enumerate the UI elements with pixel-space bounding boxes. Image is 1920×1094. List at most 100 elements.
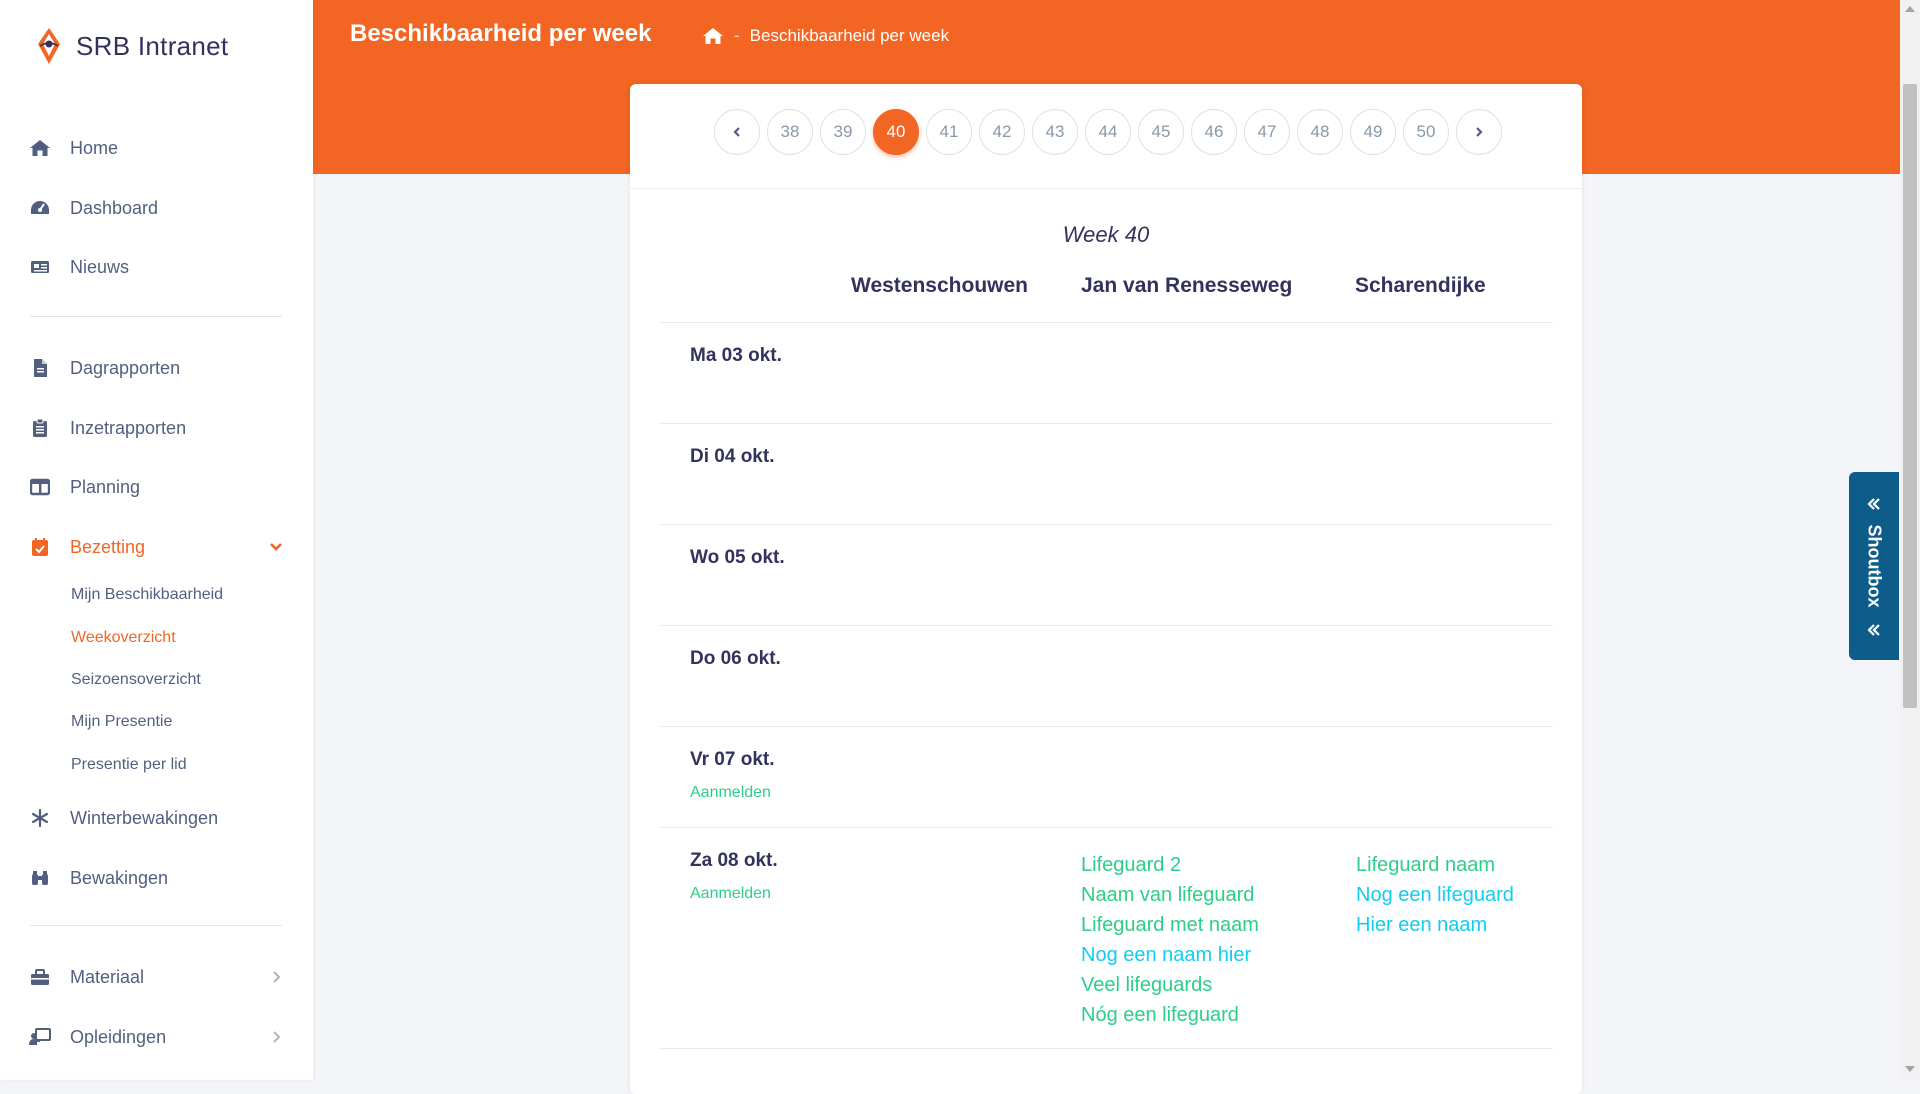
snowflake-icon <box>28 806 52 830</box>
scroll-thumb[interactable] <box>1903 84 1917 708</box>
week-pagination: 38 39 40 41 42 43 44 45 46 47 48 49 50 <box>714 109 1502 155</box>
week-page-button-active[interactable]: 40 <box>873 109 919 155</box>
sidebar-item-inzetrapporten[interactable]: Inzetrapporten <box>0 408 313 448</box>
lifeguard-name[interactable]: Nog een lifeguard <box>1356 880 1514 910</box>
sidebar-item-label: Nieuws <box>70 256 130 277</box>
sidebar-item-label: Inzetrapporten <box>70 417 187 438</box>
breadcrumb-current: Beschikbaarheid per week <box>749 26 950 45</box>
sidebar-subitem-presentie-per-lid[interactable]: Presentie per lid <box>71 756 187 774</box>
sidebar-item-label: Winterbewakingen <box>70 807 219 828</box>
sidebar-item-nieuws[interactable]: Nieuws <box>0 247 313 287</box>
week-page-button[interactable]: 49 <box>1350 109 1396 155</box>
lifeguard-name[interactable]: Lifeguard 2 <box>1081 850 1259 880</box>
sidebar-item-opleidingen[interactable]: Opleidingen <box>0 1017 313 1057</box>
brand[interactable]: SRB Intranet <box>34 26 228 66</box>
day-label: Do 06 okt. <box>690 648 781 669</box>
calendar-check-icon <box>28 535 52 559</box>
breadcrumb-separator: - <box>734 26 740 45</box>
aanmelden-link[interactable]: Aanmelden <box>690 784 771 802</box>
day-row-partial <box>659 1048 1553 1094</box>
day-label: Wo 05 okt. <box>690 547 785 568</box>
week-page-button[interactable]: 45 <box>1138 109 1184 155</box>
week-page-button[interactable]: 43 <box>1032 109 1078 155</box>
sidebar-item-label: Home <box>70 137 119 158</box>
day-label: Ma 03 okt. <box>690 345 782 366</box>
shoutbox-label: Shoutbox <box>1864 524 1885 608</box>
scroll-down-arrow[interactable] <box>1905 1066 1915 1072</box>
double-chevron-left-icon <box>1867 624 1880 636</box>
day-row: Ma 03 okt. <box>659 322 1553 423</box>
week-page-button[interactable]: 38 <box>767 109 813 155</box>
page-title: Beschikbaarheid per week <box>350 20 652 47</box>
sidebar-item-label: Bewakingen <box>70 867 169 888</box>
week-page-button[interactable]: 42 <box>979 109 1025 155</box>
sidebar-divider <box>30 316 282 317</box>
lifeguard-list-jan-van-renesseweg: Lifeguard 2 Naam van lifeguard Lifeguard… <box>1081 850 1259 1030</box>
day-row: Vr 07 okt. Aanmelden <box>659 726 1553 827</box>
sidebar-subitem-seizoensoverzicht[interactable]: Seizoensoverzicht <box>71 671 201 689</box>
day-row: Wo 05 okt. <box>659 524 1553 625</box>
next-week-button[interactable] <box>1456 109 1502 155</box>
sidebar-item-bezetting[interactable]: Bezetting <box>0 527 313 567</box>
prev-week-button[interactable] <box>714 109 760 155</box>
aanmelden-link[interactable]: Aanmelden <box>690 885 771 903</box>
sidebar-divider <box>30 925 282 926</box>
column-header-westenschouwen: Westenschouwen <box>851 274 1028 297</box>
day-row: Do 06 okt. <box>659 625 1553 726</box>
sidebar-item-dashboard[interactable]: Dashboard <box>0 188 313 228</box>
scroll-up-arrow[interactable] <box>1905 6 1915 12</box>
chevron-left-icon <box>733 127 740 137</box>
day-label: Za 08 okt. <box>690 850 778 871</box>
lifeguard-list-scharendijke: Lifeguard naam Nog een lifeguard Hier ee… <box>1356 850 1514 940</box>
binoculars-icon <box>28 866 52 890</box>
app-name: SRB Intranet <box>76 30 229 61</box>
sidebar-subitem-mijn-presentie[interactable]: Mijn Presentie <box>71 713 172 731</box>
sidebar-item-label: Dashboard <box>70 197 159 218</box>
sidebar-item-label: Materiaal <box>70 966 145 987</box>
sidebar-item-dagrapporten[interactable]: Dagrapporten <box>0 348 313 388</box>
week-page-button[interactable]: 41 <box>926 109 972 155</box>
sidebar-item-label: Planning <box>70 476 141 497</box>
lifeguard-name[interactable]: Lifeguard met naam <box>1081 910 1259 940</box>
week-page-button[interactable]: 39 <box>820 109 866 155</box>
day-label: Di 04 okt. <box>690 446 775 467</box>
chevron-right-icon <box>273 971 281 983</box>
home-icon[interactable] <box>702 26 724 46</box>
breadcrumb: - Beschikbaarheid per week <box>702 26 949 46</box>
dashboard-icon <box>28 196 52 220</box>
clipboard-icon <box>28 416 52 440</box>
file-icon <box>28 356 52 380</box>
chalkboard-teacher-icon <box>28 1025 52 1049</box>
shoutbox-toggle[interactable]: Shoutbox <box>1849 472 1899 660</box>
lifeguard-name[interactable]: Nog een naam hier <box>1081 940 1259 970</box>
lifeguard-name[interactable]: Lifeguard naam <box>1356 850 1514 880</box>
week-card: 38 39 40 41 42 43 44 45 46 47 48 49 50 W… <box>630 84 1582 1094</box>
sidebar-item-label: Opleidingen <box>70 1026 167 1047</box>
week-page-button[interactable]: 48 <box>1297 109 1343 155</box>
sidebar-item-home[interactable]: Home <box>0 128 313 168</box>
sidebar-subitem-weekoverzicht[interactable]: Weekoverzicht <box>71 629 176 647</box>
day-label: Vr 07 okt. <box>690 749 775 770</box>
scrollbar[interactable] <box>1900 0 1920 1080</box>
double-chevron-left-icon <box>1867 498 1880 510</box>
lifeguard-name[interactable]: Hier een naam <box>1356 910 1514 940</box>
home-icon <box>28 136 52 160</box>
chevron-down-icon <box>270 543 282 551</box>
card-divider <box>630 188 1582 189</box>
sidebar-item-planning[interactable]: Planning <box>0 467 313 507</box>
chevron-right-icon <box>1476 127 1483 137</box>
week-page-button[interactable]: 46 <box>1191 109 1237 155</box>
lifeguard-name[interactable]: Nóg een lifeguard <box>1081 1000 1259 1030</box>
sidebar-item-bewakingen[interactable]: Bewakingen <box>0 858 313 898</box>
lifeguard-name[interactable]: Veel lifeguards <box>1081 970 1259 1000</box>
lifeguard-name[interactable]: Naam van lifeguard <box>1081 880 1259 910</box>
sidebar-item-materiaal[interactable]: Materiaal <box>0 957 313 997</box>
sidebar-subitem-mijn-beschikbaarheid[interactable]: Mijn Beschikbaarheid <box>71 586 223 604</box>
sidebar-item-label: Bezetting <box>70 536 146 557</box>
week-page-button[interactable]: 47 <box>1244 109 1290 155</box>
week-page-button[interactable]: 50 <box>1403 109 1449 155</box>
week-page-button[interactable]: 44 <box>1085 109 1131 155</box>
day-row: Di 04 okt. <box>659 423 1553 524</box>
sidebar-item-winterbewakingen[interactable]: Winterbewakingen <box>0 798 313 838</box>
week-title: Week 40 <box>1062 222 1150 247</box>
